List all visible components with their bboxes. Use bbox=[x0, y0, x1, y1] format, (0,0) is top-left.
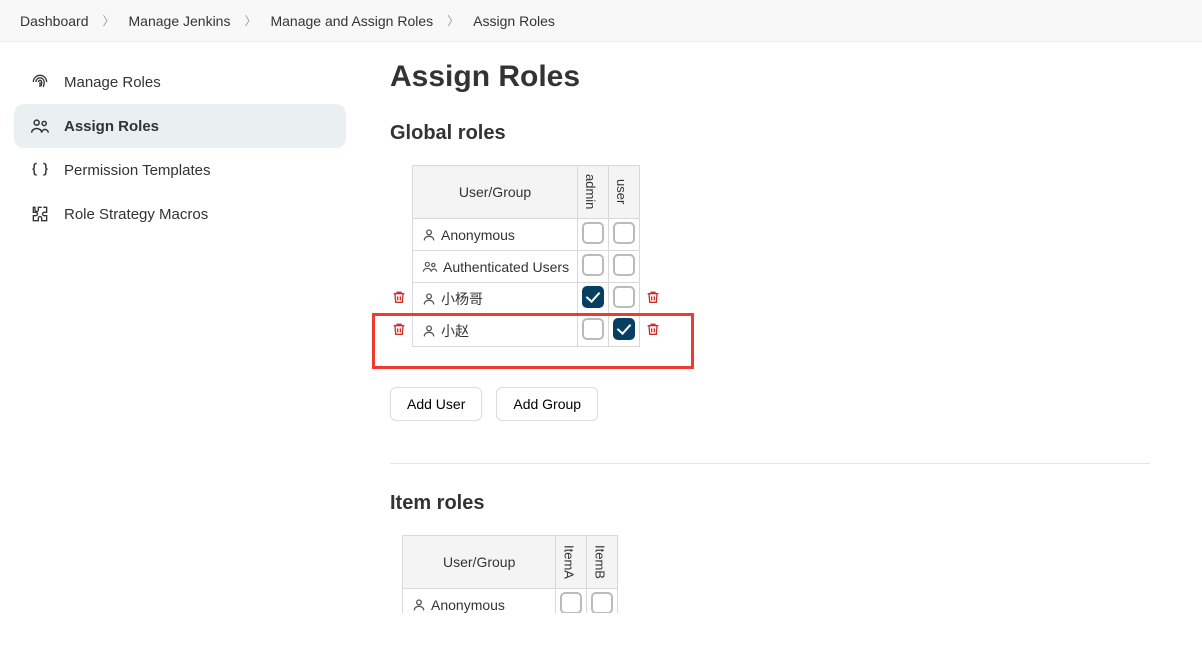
table-row: Anonymous bbox=[413, 219, 640, 251]
checkbox-admin[interactable] bbox=[582, 222, 604, 244]
row-label: 小杨哥 bbox=[441, 291, 483, 307]
role-column-itemb: ItemB bbox=[587, 536, 618, 589]
add-group-button[interactable]: Add Group bbox=[496, 387, 598, 421]
checkbox-itema[interactable] bbox=[560, 592, 582, 613]
sidebar-item-label: Role Strategy Macros bbox=[64, 206, 208, 223]
person-icon bbox=[421, 323, 437, 339]
checkbox-admin[interactable] bbox=[582, 286, 604, 308]
trash-icon[interactable] bbox=[645, 321, 661, 337]
trash-icon[interactable] bbox=[391, 321, 407, 337]
trash-icon[interactable] bbox=[645, 289, 661, 305]
person-icon bbox=[421, 227, 437, 243]
breadcrumb: Dashboard 〉 Manage Jenkins 〉 Manage and … bbox=[0, 0, 1202, 42]
section-divider bbox=[390, 463, 1150, 464]
global-roles-table-wrap: User/Group admin user Anonymous bbox=[412, 165, 1150, 347]
person-icon bbox=[411, 597, 427, 613]
sidebar-item-label: Assign Roles bbox=[64, 118, 159, 135]
role-column-admin: admin bbox=[578, 166, 609, 219]
global-roles-table: User/Group admin user Anonymous bbox=[412, 165, 640, 347]
main-content: Assign Roles Global roles User/Group adm… bbox=[360, 42, 1180, 653]
checkbox-admin[interactable] bbox=[582, 318, 604, 340]
global-roles-heading: Global roles bbox=[390, 122, 1150, 145]
table-row: Authenticated Users bbox=[413, 251, 640, 283]
item-roles-heading: Item roles bbox=[390, 492, 1150, 515]
braces-icon bbox=[30, 160, 50, 180]
role-column-itema: ItemA bbox=[556, 536, 587, 589]
table-row: 小赵 bbox=[413, 315, 640, 347]
chevron-right-icon: 〉 bbox=[244, 12, 256, 29]
people-icon bbox=[30, 116, 50, 136]
chevron-right-icon: 〉 bbox=[103, 12, 115, 29]
sidebar-item-label: Permission Templates bbox=[64, 162, 210, 179]
row-label: Anonymous bbox=[431, 597, 505, 613]
global-buttons: Add User Add Group bbox=[390, 387, 1150, 421]
breadcrumb-assign-roles[interactable]: Assign Roles bbox=[473, 13, 555, 29]
sidebar-item-permission-templates[interactable]: Permission Templates bbox=[14, 148, 346, 192]
row-label: 小赵 bbox=[441, 323, 469, 339]
trash-icon[interactable] bbox=[391, 289, 407, 305]
checkbox-user[interactable] bbox=[613, 254, 635, 276]
checkbox-user[interactable] bbox=[613, 286, 635, 308]
sidebar: Manage Roles Assign Roles Permission Tem… bbox=[0, 42, 360, 653]
item-roles-table-wrap: User/Group ItemA ItemB Anonymous bbox=[402, 535, 1150, 613]
row-label: Authenticated Users bbox=[443, 259, 569, 275]
breadcrumb-manage-assign-roles[interactable]: Manage and Assign Roles bbox=[270, 13, 433, 29]
row-label: Anonymous bbox=[441, 227, 515, 243]
table-row: Anonymous bbox=[403, 589, 618, 614]
user-group-header: User/Group bbox=[413, 166, 578, 219]
user-group-header: User/Group bbox=[403, 536, 556, 589]
breadcrumb-manage-jenkins[interactable]: Manage Jenkins bbox=[129, 13, 231, 29]
table-row: 小杨哥 bbox=[413, 283, 640, 315]
chevron-right-icon: 〉 bbox=[447, 12, 459, 29]
page-title: Assign Roles bbox=[390, 60, 1150, 94]
sidebar-item-assign-roles[interactable]: Assign Roles bbox=[14, 104, 346, 148]
group-icon bbox=[421, 259, 439, 275]
sidebar-item-label: Manage Roles bbox=[64, 74, 161, 91]
checkbox-itemb[interactable] bbox=[591, 592, 613, 613]
item-roles-table: User/Group ItemA ItemB Anonymous bbox=[402, 535, 618, 613]
sidebar-item-manage-roles[interactable]: Manage Roles bbox=[14, 60, 346, 104]
checkbox-user[interactable] bbox=[613, 222, 635, 244]
breadcrumb-dashboard[interactable]: Dashboard bbox=[20, 13, 89, 29]
add-user-button[interactable]: Add User bbox=[390, 387, 482, 421]
puzzle-icon bbox=[30, 204, 50, 224]
sidebar-item-role-strategy-macros[interactable]: Role Strategy Macros bbox=[14, 192, 346, 236]
role-column-user: user bbox=[609, 166, 640, 219]
checkbox-user[interactable] bbox=[613, 318, 635, 340]
fingerprint-icon bbox=[30, 72, 50, 92]
person-icon bbox=[421, 291, 437, 307]
checkbox-admin[interactable] bbox=[582, 254, 604, 276]
